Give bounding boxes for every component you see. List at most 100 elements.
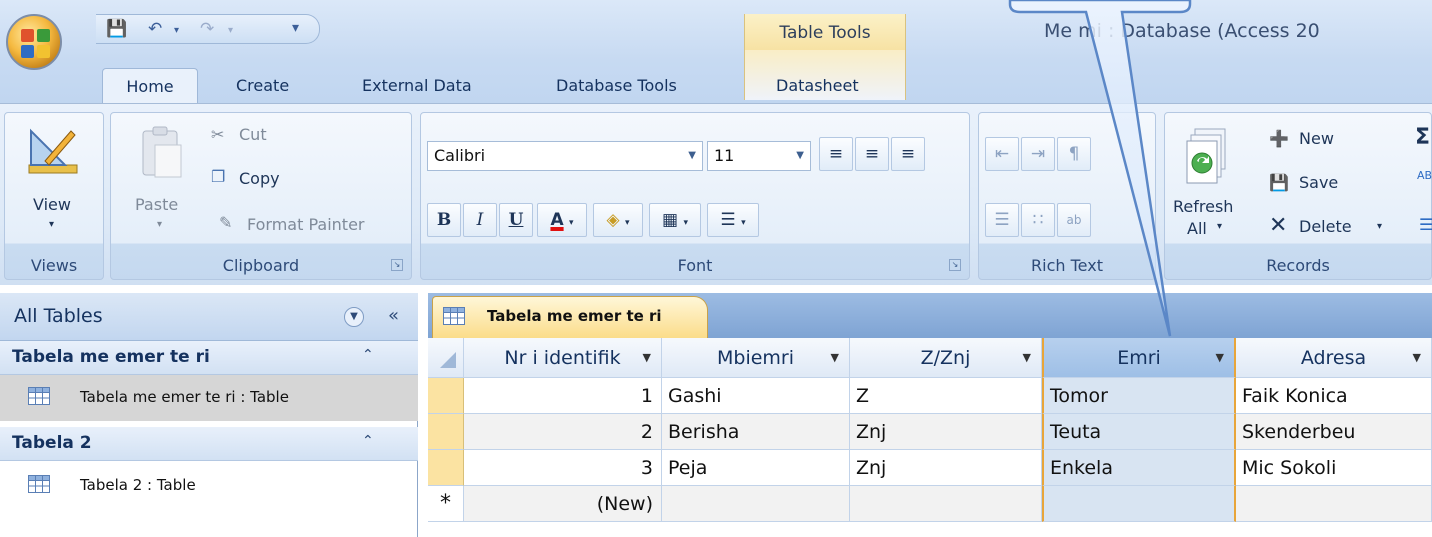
text-direction-button[interactable]: ¶ [1057,137,1091,171]
format-painter-button[interactable]: Format Painter [247,215,364,234]
column-header-emri[interactable]: Emri ▼ [1042,338,1236,378]
nav-group-tabela-me-emer-te-ri[interactable]: Tabela me emer te ri ⌃ [0,341,418,375]
tab-create[interactable]: Create [236,70,289,102]
column-header-mbiemri[interactable]: Mbiemri ▼ [662,338,850,378]
copy-button[interactable]: Copy [239,169,280,188]
new-row-marker[interactable]: * [428,486,464,522]
row-selector[interactable] [428,414,464,450]
save-record-button[interactable]: Save [1299,173,1338,192]
table-cell[interactable]: Gashi [662,378,850,414]
paste-button[interactable]: Paste [135,195,178,214]
table-cell[interactable]: Znj [850,450,1042,486]
row-selector[interactable] [428,378,464,414]
customize-qat-icon[interactable]: ▾ [292,20,299,36]
view-button[interactable]: View [33,195,71,214]
italic-button[interactable]: I [463,203,497,237]
table-cell[interactable]: Tomor [1042,378,1236,414]
views-group: View ▾ Views [4,112,104,280]
tab-datasheet[interactable]: Datasheet [776,70,859,102]
totals-icon[interactable]: Σ [1415,125,1430,150]
spelling-icon[interactable]: ABC [1417,169,1432,182]
table-cell[interactable]: Mic Sokoli [1236,450,1432,486]
column-filter-dropdown-icon[interactable]: ▼ [831,338,839,377]
nav-group-tabela-2[interactable]: Tabela 2 ⌃ [0,427,418,461]
row-selector[interactable] [428,450,464,486]
tab-external-data[interactable]: External Data [362,70,472,102]
table-cell[interactable]: Znj [850,414,1042,450]
cut-button[interactable]: Cut [239,125,267,144]
fill-color-button[interactable]: ◈ ▾ [593,203,643,237]
refresh-dropdown-icon[interactable]: ▾ [1217,221,1222,232]
rich-text-group-label: Rich Text [1031,256,1103,275]
document-tab-label: Tabela me emer te ri [487,307,662,325]
align-right-button[interactable]: ≡ [891,137,925,171]
delete-dropdown-icon[interactable]: ▾ [1377,221,1382,232]
new-record-icon: ➕ [1269,129,1289,148]
nav-menu-dropdown-icon[interactable]: ▼ [344,307,364,327]
refresh-all-button[interactable]: Refresh [1173,197,1233,216]
table-cell[interactable]: 3 [464,450,662,486]
tab-home[interactable]: Home [102,68,198,103]
column-filter-dropdown-icon[interactable]: ▼ [1023,338,1031,377]
bold-button[interactable]: B [427,203,461,237]
alternate-fill-button[interactable]: ☰ ▾ [707,203,759,237]
decrease-indent-button[interactable]: ⇤ [985,137,1019,171]
table-cell[interactable]: 1 [464,378,662,414]
table-cell[interactable] [1236,486,1432,522]
increase-indent-button[interactable]: ⇥ [1021,137,1055,171]
table-cell[interactable] [662,486,850,522]
table-cell[interactable]: 2 [464,414,662,450]
table-cell[interactable]: Enkela [1042,450,1236,486]
column-filter-dropdown-icon[interactable]: ▼ [1413,338,1421,377]
align-left-button[interactable]: ≡ [819,137,853,171]
font-size-combo[interactable]: 11 ▼ [707,141,811,171]
table-cell[interactable]: Z [850,378,1042,414]
nav-pane-header[interactable]: All Tables ▼ « [0,293,418,341]
gridlines-button[interactable]: ▦ ▾ [649,203,701,237]
font-color-button[interactable]: A ▾ [537,203,587,237]
clipboard-launcher-icon[interactable]: ↘ [391,259,403,271]
collapse-group-icon[interactable]: ⌃ [362,433,374,449]
nav-item-tabela-2[interactable]: Tabela 2 : Table [0,463,418,509]
column-header-adresa[interactable]: Adresa ▼ [1236,338,1432,378]
table-cell[interactable]: Berisha [662,414,850,450]
collapse-group-icon[interactable]: ⌃ [362,347,374,363]
table-cell[interactable]: Peja [662,450,850,486]
redo-dropdown-icon[interactable]: ▾ [228,25,233,36]
font-launcher-icon[interactable]: ↘ [949,259,961,271]
view-dropdown-icon[interactable]: ▾ [49,219,54,230]
column-header-z-znj[interactable]: Z/Znj ▼ [850,338,1042,378]
new-row-placeholder[interactable]: (New) [464,486,662,522]
nav-group-label: Tabela 2 [12,433,92,453]
save-icon[interactable]: 💾 [106,19,127,39]
column-header-label: Adresa [1300,347,1367,369]
column-filter-dropdown-icon[interactable]: ▼ [1216,338,1224,377]
table-icon [28,475,50,493]
align-center-button[interactable]: ≡ [855,137,889,171]
new-record-button[interactable]: New [1299,129,1334,148]
column-filter-dropdown-icon[interactable]: ▼ [643,338,651,377]
nav-item-tabela-me-emer-te-ri[interactable]: Tabela me emer te ri : Table [0,375,418,421]
table-cell[interactable]: Faik Konica [1236,378,1432,414]
redo-icon[interactable]: ↷ [200,19,214,39]
tab-database-tools[interactable]: Database Tools [556,70,677,102]
document-tab[interactable]: Tabela me emer te ri [432,296,708,338]
paste-dropdown-icon[interactable]: ▾ [157,219,162,230]
bullets-button[interactable]: ∷ [1021,203,1055,237]
numbering-button[interactable]: ☰ [985,203,1019,237]
underline-button[interactable]: U [499,203,533,237]
undo-dropdown-icon[interactable]: ▾ [174,25,179,36]
column-header-nr-i-identifik[interactable]: Nr i identifik ▼ [464,338,662,378]
delete-record-button[interactable]: Delete [1299,217,1352,236]
table-cell[interactable]: Skenderbeu [1236,414,1432,450]
undo-icon[interactable]: ↶ [148,19,162,39]
select-all-corner[interactable] [428,338,464,378]
highlight-button[interactable]: ab [1057,203,1091,237]
more-records-icon[interactable]: ☰ [1419,215,1432,234]
table-cell[interactable] [1042,486,1236,522]
table-cell[interactable] [850,486,1042,522]
font-name-combo[interactable]: Calibri ▼ [427,141,703,171]
shutter-bar-collapse-icon[interactable]: « [388,305,399,326]
office-button[interactable] [6,14,62,70]
table-cell[interactable]: Teuta [1042,414,1236,450]
